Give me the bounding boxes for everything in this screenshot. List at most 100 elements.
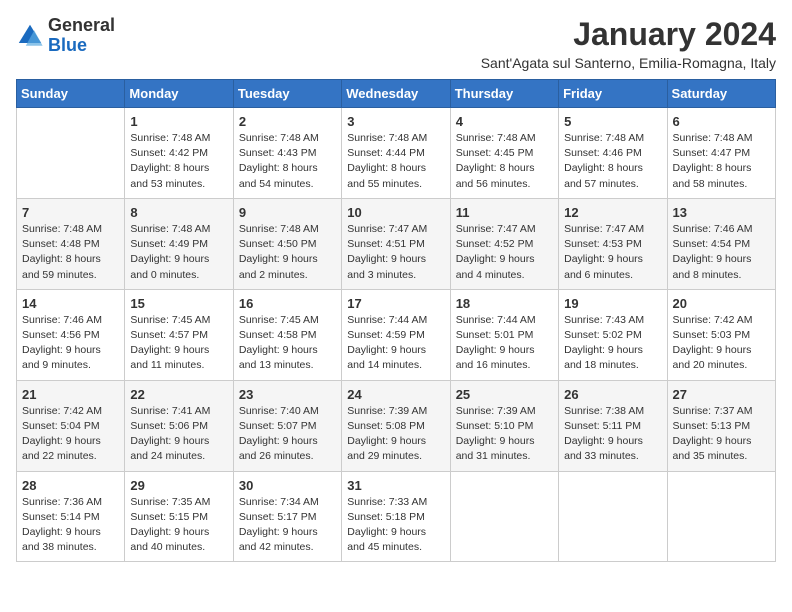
week-row-1: 1 Sunrise: 7:48 AMSunset: 4:42 PMDaylight… [17, 108, 776, 199]
calendar-cell: 20Sunrise: 7:42 AMSunset: 5:03 PMDayligh… [667, 289, 775, 380]
day-number: 18 [456, 296, 553, 311]
day-number: 15 [130, 296, 227, 311]
day-info: Sunrise: 7:39 AMSunset: 5:08 PMDaylight:… [347, 404, 444, 465]
weekday-header-wednesday: Wednesday [342, 80, 450, 108]
calendar-subtitle: Sant'Agata sul Santerno, Emilia-Romagna,… [481, 55, 776, 71]
calendar-cell [559, 471, 667, 562]
day-info: Sunrise: 7:45 AMSunset: 4:58 PMDaylight:… [239, 313, 336, 374]
day-number: 20 [673, 296, 770, 311]
day-number: 10 [347, 205, 444, 220]
weekday-header-monday: Monday [125, 80, 233, 108]
day-info: Sunrise: 7:47 AMSunset: 4:53 PMDaylight:… [564, 222, 661, 283]
calendar-cell: 1 Sunrise: 7:48 AMSunset: 4:42 PMDaylight… [125, 108, 233, 199]
weekday-header-thursday: Thursday [450, 80, 558, 108]
day-info: Sunrise: 7:48 AMSunset: 4:44 PMDaylight:… [347, 131, 444, 192]
day-number: 22 [130, 387, 227, 402]
calendar-cell: 15 Sunrise: 7:45 AMSunset: 4:57 PMDayligh… [125, 289, 233, 380]
day-number: 6 [673, 114, 770, 129]
day-info: Sunrise: 7:48 AMSunset: 4:45 PMDaylight:… [456, 131, 553, 192]
day-info: Sunrise: 7:46 AMSunset: 4:56 PMDaylight:… [22, 313, 119, 374]
calendar-cell [450, 471, 558, 562]
day-number: 5 [564, 114, 661, 129]
calendar-cell: 6 Sunrise: 7:48 AMSunset: 4:47 PMDaylight… [667, 108, 775, 199]
calendar-cell [17, 108, 125, 199]
day-number: 25 [456, 387, 553, 402]
calendar-cell: 11Sunrise: 7:47 AMSunset: 4:52 PMDayligh… [450, 198, 558, 289]
calendar-cell: 2Sunrise: 7:48 AMSunset: 4:43 PMDaylight… [233, 108, 341, 199]
week-row-3: 14 Sunrise: 7:46 AMSunset: 4:56 PMDayligh… [17, 289, 776, 380]
day-info: Sunrise: 7:45 AMSunset: 4:57 PMDaylight:… [130, 313, 227, 374]
calendar-cell: 22 Sunrise: 7:41 AMSunset: 5:06 PMDayligh… [125, 380, 233, 471]
day-info: Sunrise: 7:40 AMSunset: 5:07 PMDaylight:… [239, 404, 336, 465]
calendar-header: SundayMondayTuesdayWednesdayThursdayFrid… [17, 80, 776, 108]
day-number: 27 [673, 387, 770, 402]
day-info: Sunrise: 7:42 AMSunset: 5:04 PMDaylight:… [22, 404, 119, 465]
day-info: Sunrise: 7:41 AMSunset: 5:06 PMDaylight:… [130, 404, 227, 465]
calendar-cell: 21Sunrise: 7:42 AMSunset: 5:04 PMDayligh… [17, 380, 125, 471]
day-info: Sunrise: 7:38 AMSunset: 5:11 PMDaylight:… [564, 404, 661, 465]
day-number: 12 [564, 205, 661, 220]
calendar-cell: 7Sunrise: 7:48 AMSunset: 4:48 PMDaylight… [17, 198, 125, 289]
calendar-cell: 5 Sunrise: 7:48 AMSunset: 4:46 PMDaylight… [559, 108, 667, 199]
day-info: Sunrise: 7:43 AMSunset: 5:02 PMDaylight:… [564, 313, 661, 374]
calendar-cell: 26 Sunrise: 7:38 AMSunset: 5:11 PMDayligh… [559, 380, 667, 471]
week-row-5: 28 Sunrise: 7:36 AMSunset: 5:14 PMDayligh… [17, 471, 776, 562]
title-area: January 2024 Sant'Agata sul Santerno, Em… [481, 16, 776, 71]
calendar-cell: 23 Sunrise: 7:40 AMSunset: 5:07 PMDayligh… [233, 380, 341, 471]
day-info: Sunrise: 7:47 AMSunset: 4:51 PMDaylight:… [347, 222, 444, 283]
logo: General Blue [16, 16, 115, 56]
calendar-cell: 29Sunrise: 7:35 AMSunset: 5:15 PMDayligh… [125, 471, 233, 562]
day-number: 8 [130, 205, 227, 220]
calendar-cell: 31Sunrise: 7:33 AMSunset: 5:18 PMDayligh… [342, 471, 450, 562]
day-info: Sunrise: 7:36 AMSunset: 5:14 PMDaylight:… [22, 495, 119, 556]
day-info: Sunrise: 7:37 AMSunset: 5:13 PMDaylight:… [673, 404, 770, 465]
day-number: 3 [347, 114, 444, 129]
day-number: 16 [239, 296, 336, 311]
day-number: 24 [347, 387, 444, 402]
day-info: Sunrise: 7:48 AMSunset: 4:50 PMDaylight:… [239, 222, 336, 283]
day-info: Sunrise: 7:48 AMSunset: 4:43 PMDaylight:… [239, 131, 336, 192]
day-info: Sunrise: 7:35 AMSunset: 5:15 PMDaylight:… [130, 495, 227, 556]
weekday-row: SundayMondayTuesdayWednesdayThursdayFrid… [17, 80, 776, 108]
weekday-header-saturday: Saturday [667, 80, 775, 108]
day-number: 4 [456, 114, 553, 129]
calendar-cell: 16 Sunrise: 7:45 AMSunset: 4:58 PMDayligh… [233, 289, 341, 380]
day-info: Sunrise: 7:48 AMSunset: 4:49 PMDaylight:… [130, 222, 227, 283]
week-row-2: 7Sunrise: 7:48 AMSunset: 4:48 PMDaylight… [17, 198, 776, 289]
calendar-cell: 9 Sunrise: 7:48 AMSunset: 4:50 PMDaylight… [233, 198, 341, 289]
day-info: Sunrise: 7:48 AMSunset: 4:46 PMDaylight:… [564, 131, 661, 192]
day-number: 28 [22, 478, 119, 493]
day-number: 7 [22, 205, 119, 220]
logo-text: General Blue [48, 16, 115, 56]
calendar-table: SundayMondayTuesdayWednesdayThursdayFrid… [16, 79, 776, 562]
day-number: 26 [564, 387, 661, 402]
weekday-header-sunday: Sunday [17, 80, 125, 108]
calendar-cell [667, 471, 775, 562]
day-number: 13 [673, 205, 770, 220]
day-info: Sunrise: 7:39 AMSunset: 5:10 PMDaylight:… [456, 404, 553, 465]
calendar-cell: 3 Sunrise: 7:48 AMSunset: 4:44 PMDaylight… [342, 108, 450, 199]
day-info: Sunrise: 7:34 AMSunset: 5:17 PMDaylight:… [239, 495, 336, 556]
day-number: 11 [456, 205, 553, 220]
logo-icon [16, 22, 44, 50]
day-number: 14 [22, 296, 119, 311]
calendar-cell: 24 Sunrise: 7:39 AMSunset: 5:08 PMDayligh… [342, 380, 450, 471]
day-number: 23 [239, 387, 336, 402]
weekday-header-tuesday: Tuesday [233, 80, 341, 108]
calendar-cell: 19Sunrise: 7:43 AMSunset: 5:02 PMDayligh… [559, 289, 667, 380]
day-info: Sunrise: 7:44 AMSunset: 5:01 PMDaylight:… [456, 313, 553, 374]
calendar-cell: 12 Sunrise: 7:47 AMSunset: 4:53 PMDayligh… [559, 198, 667, 289]
day-number: 17 [347, 296, 444, 311]
day-number: 31 [347, 478, 444, 493]
day-info: Sunrise: 7:48 AMSunset: 4:47 PMDaylight:… [673, 131, 770, 192]
calendar-cell: 4 Sunrise: 7:48 AMSunset: 4:45 PMDaylight… [450, 108, 558, 199]
calendar-cell: 27 Sunrise: 7:37 AMSunset: 5:13 PMDayligh… [667, 380, 775, 471]
calendar-cell: 13Sunrise: 7:46 AMSunset: 4:54 PMDayligh… [667, 198, 775, 289]
day-info: Sunrise: 7:48 AMSunset: 4:42 PMDaylight:… [130, 131, 227, 192]
day-number: 9 [239, 205, 336, 220]
calendar-cell: 8 Sunrise: 7:48 AMSunset: 4:49 PMDaylight… [125, 198, 233, 289]
calendar-title: January 2024 [481, 16, 776, 53]
day-number: 30 [239, 478, 336, 493]
day-number: 1 [130, 114, 227, 129]
logo-blue: Blue [48, 35, 87, 55]
